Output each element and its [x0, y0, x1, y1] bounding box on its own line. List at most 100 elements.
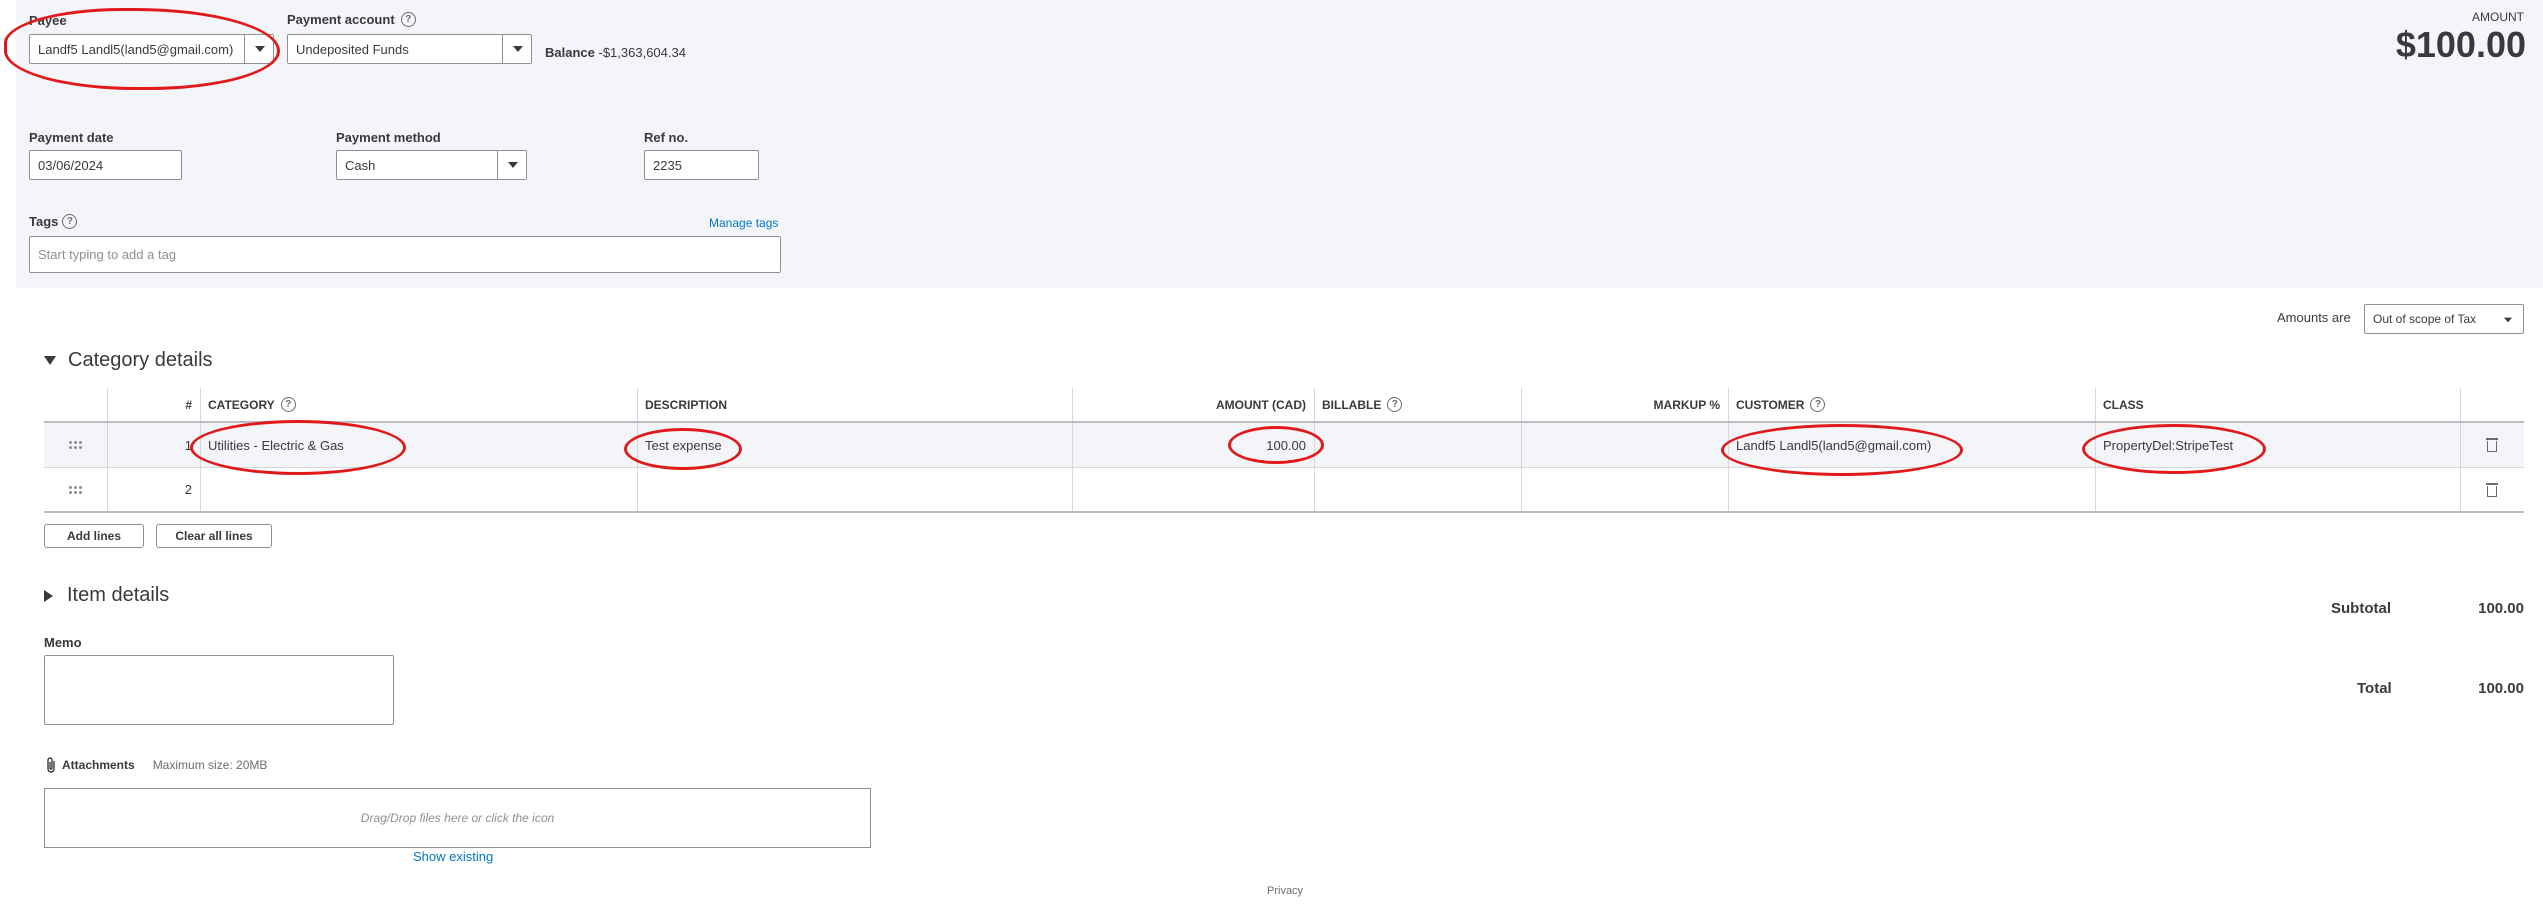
payment-method-dropdown-button[interactable]: [497, 151, 526, 179]
amount-label: AMOUNT: [2472, 10, 2524, 24]
payment-date-label: Payment date: [29, 130, 114, 145]
col-category-wrap: CATEGORY ?: [200, 388, 637, 421]
row-amount[interactable]: 100.00: [1072, 423, 1314, 467]
category-details-toggle[interactable]: Category details: [44, 349, 213, 372]
amount-total: $100.00: [2395, 24, 2526, 65]
col-num: #: [185, 397, 192, 412]
subtotal-value: 100.00: [2478, 600, 2524, 617]
trash-icon: [2486, 482, 2498, 497]
attachments-label: Attachments: [62, 758, 135, 772]
payment-date-value: 03/06/2024: [38, 157, 104, 173]
table-row[interactable]: 1 Utilities - Electric & Gas Test expens…: [44, 423, 2524, 468]
col-amount: AMOUNT (CAD): [1216, 397, 1306, 412]
amounts-are-label: Amounts are: [2277, 310, 2351, 325]
col-billable-wrap: BILLABLE ?: [1314, 388, 1521, 421]
caret-down-icon: [44, 356, 56, 365]
attachments-header: Attachments Maximum size: 20MB: [44, 756, 267, 774]
help-circle-icon[interactable]: ?: [1387, 397, 1403, 412]
row-markup[interactable]: [1521, 423, 1728, 467]
col-description: DESCRIPTION: [645, 397, 728, 412]
col-markup: MARKUP %: [1653, 397, 1720, 412]
payee-dropdown-button[interactable]: [244, 35, 273, 63]
row-amount[interactable]: [1072, 468, 1314, 511]
payment-account-label-wrap: Payment account ?: [287, 12, 416, 27]
ref-no-value: 2235: [653, 157, 682, 173]
category-details-table: # CATEGORY ? DESCRIPTION AMOUNT (CAD) BI…: [44, 388, 2524, 513]
payee-label: Payee: [29, 13, 67, 28]
trash-icon: [2486, 438, 2498, 452]
ref-no-label: Ref no.: [644, 130, 689, 145]
row-markup[interactable]: [1521, 468, 1728, 511]
manage-tags-link[interactable]: Manage tags: [709, 216, 778, 230]
col-category: CATEGORY: [208, 397, 275, 412]
table-row[interactable]: 2: [44, 468, 2524, 513]
tags-label: Tags: [29, 214, 59, 229]
paperclip-icon[interactable]: [44, 756, 58, 774]
row-billable[interactable]: [1314, 423, 1521, 467]
total-label: Total: [2357, 680, 2392, 697]
payment-account-select[interactable]: Undeposited Funds: [287, 34, 532, 64]
tags-placeholder: Start typing to add a tag: [38, 247, 177, 262]
col-customer: CUSTOMER: [1736, 397, 1805, 412]
chevron-down-icon: [512, 46, 523, 52]
row-category[interactable]: [200, 468, 637, 511]
chevron-down-icon: [507, 162, 518, 168]
help-circle-icon[interactable]: ?: [280, 397, 296, 412]
subtotal-label: Subtotal: [2331, 600, 2391, 617]
payment-method-label: Payment method: [336, 130, 441, 145]
delete-row-button[interactable]: [2460, 468, 2524, 511]
col-billable: BILLABLE: [1322, 397, 1382, 412]
table-header: # CATEGORY ? DESCRIPTION AMOUNT (CAD) BI…: [44, 388, 2524, 423]
col-class: CLASS: [2103, 397, 2144, 412]
row-class[interactable]: [2095, 468, 2460, 511]
row-description[interactable]: [637, 468, 1072, 511]
help-circle-icon[interactable]: ?: [400, 12, 416, 27]
amounts-are-select[interactable]: Out of scope of Tax: [2364, 304, 2524, 334]
payment-method-value: Cash: [345, 157, 376, 173]
payee-value: Landf5 Landl5(land5@gmail.com): [38, 41, 234, 57]
help-circle-icon[interactable]: ?: [1810, 397, 1826, 412]
help-circle-icon[interactable]: ?: [62, 214, 78, 229]
drag-handle-icon[interactable]: [44, 423, 107, 467]
payment-method-select[interactable]: Cash: [336, 150, 527, 180]
add-lines-button[interactable]: Add lines: [44, 524, 144, 548]
row-num: 1: [184, 437, 192, 453]
privacy-link[interactable]: Privacy: [1267, 885, 1303, 897]
row-category[interactable]: Utilities - Electric & Gas: [200, 423, 637, 467]
item-details-title: Item details: [67, 584, 170, 606]
row-billable[interactable]: [1314, 468, 1521, 511]
payee-select[interactable]: Landf5 Landl5(land5@gmail.com): [29, 34, 274, 64]
memo-textarea[interactable]: [44, 655, 394, 725]
balance-label: Balance: [545, 45, 595, 60]
attachments-max-size: Maximum size: 20MB: [152, 758, 268, 772]
caret-right-icon: [44, 589, 53, 602]
clear-all-lines-button[interactable]: Clear all lines: [156, 524, 272, 548]
amounts-are-value: Out of scope of Tax: [2373, 312, 2477, 326]
payment-date-input[interactable]: 03/06/2024: [29, 150, 182, 180]
tags-input[interactable]: Start typing to add a tag: [29, 236, 781, 273]
chevron-down-icon: [254, 46, 265, 52]
memo-label: Memo: [44, 635, 82, 650]
payment-account-label: Payment account: [287, 12, 395, 27]
tags-label-wrap: Tags ?: [29, 214, 78, 229]
show-existing-link[interactable]: Show existing: [413, 849, 493, 864]
ref-no-input[interactable]: 2235: [644, 150, 759, 180]
item-details-toggle[interactable]: Item details: [44, 584, 169, 607]
attachments-dropzone[interactable]: Drag/Drop files here or click the icon: [44, 788, 871, 848]
payment-account-value: Undeposited Funds: [296, 41, 409, 57]
drag-handle-icon[interactable]: [44, 468, 107, 511]
total-value: 100.00: [2478, 680, 2524, 697]
payment-account-dropdown-button[interactable]: [502, 35, 531, 63]
row-class[interactable]: PropertyDel:StripeTest: [2095, 423, 2460, 467]
balance-value: -$1,363,604.34: [598, 45, 686, 60]
dropzone-text: Drag/Drop files here or click the icon: [360, 811, 555, 825]
chevron-down-icon: [2504, 317, 2512, 323]
row-customer[interactable]: Landf5 Landl5(land5@gmail.com): [1728, 423, 2095, 467]
row-customer[interactable]: [1728, 468, 2095, 511]
row-num: 2: [184, 482, 192, 497]
row-description[interactable]: Test expense: [637, 423, 1072, 467]
delete-row-button[interactable]: [2460, 423, 2524, 467]
category-details-title: Category details: [68, 349, 213, 371]
balance: Balance -$1,363,604.34: [545, 45, 686, 60]
col-customer-wrap: CUSTOMER ?: [1728, 388, 2095, 421]
